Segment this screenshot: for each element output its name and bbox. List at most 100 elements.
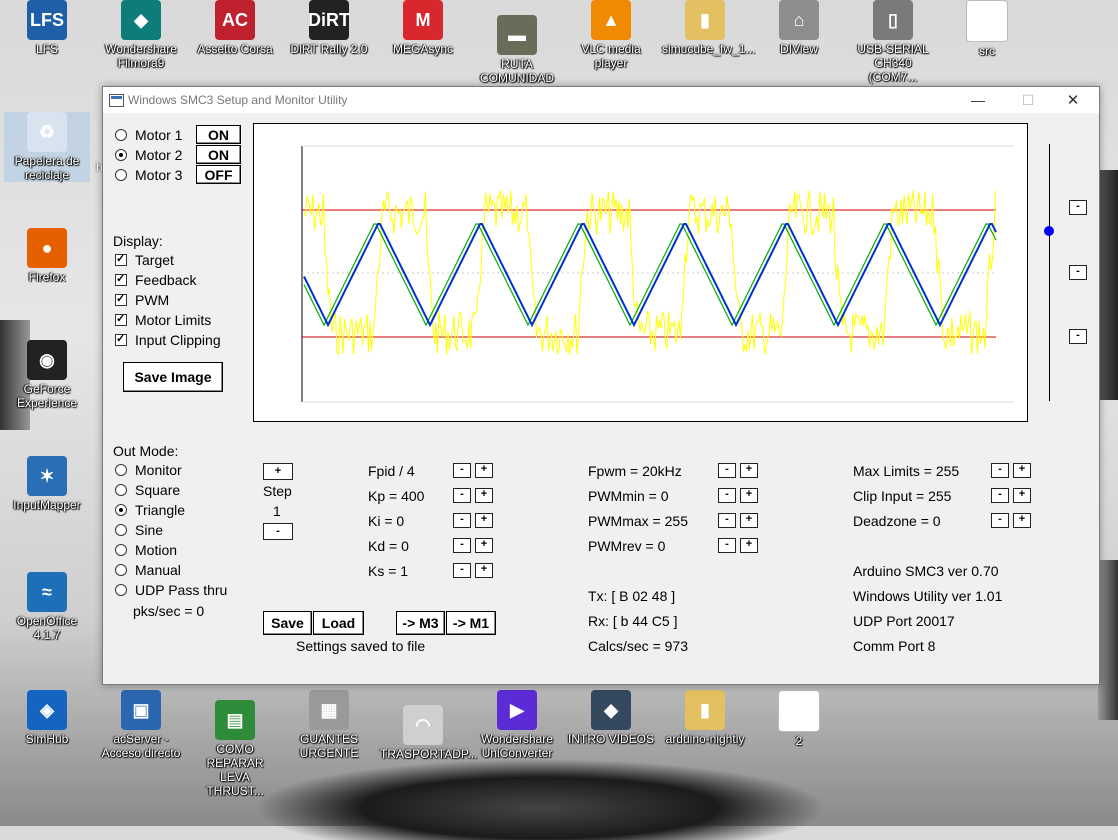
display-feedback-checkbox[interactable]: Feedback xyxy=(115,271,196,289)
fpid-plus-button[interactable]: + xyxy=(475,463,493,478)
save-settings-button[interactable]: Save xyxy=(263,611,312,635)
minimize-button[interactable]: — xyxy=(955,87,1001,113)
desktop-icon-acserver[interactable]: ▣ acServer - Acceso directo xyxy=(98,690,184,760)
desktop-icon-simucube[interactable]: ▮ simucube_fw_1... xyxy=(662,0,755,56)
ks-minus-button[interactable]: - xyxy=(453,563,471,578)
close-button[interactable]: ✕ xyxy=(1050,87,1096,113)
desktop-icon-label: Papelera de reciclaje xyxy=(14,154,80,182)
input-clipping-label: Input Clipping xyxy=(135,332,221,348)
copy-to-m3-button[interactable]: -> M3 xyxy=(396,611,445,635)
fpwm-plus-button[interactable]: + xyxy=(740,463,758,478)
dirt-icon: DiRT xyxy=(308,0,350,40)
display-input-clipping-checkbox[interactable]: Input Clipping xyxy=(115,331,221,349)
wallpaper-edge-right-lower xyxy=(1098,560,1118,720)
side-button-3[interactable]: - xyxy=(1069,329,1087,344)
kp-minus-button[interactable]: - xyxy=(453,488,471,503)
simhub-icon: ◈ xyxy=(27,690,67,730)
load-settings-button[interactable]: Load xyxy=(313,611,364,635)
ks-plus-button[interactable]: + xyxy=(475,563,493,578)
desktop-icon-firefox[interactable]: ● Firefox xyxy=(4,228,90,284)
desktop-icon-uniconverter[interactable]: ▶ Wondershare UniConverter xyxy=(474,690,560,760)
desktop-icon-introvideos[interactable]: ◆ INTRO VIDEOS xyxy=(568,690,654,746)
desktop-icon-arduino[interactable]: ▮ arduino-nightly xyxy=(662,690,748,746)
calcs-status: Calcs/sec = 973 xyxy=(588,638,688,654)
desktop-icon-reparar[interactable]: ▤ COMO REPARAR LEVA THRUST... xyxy=(192,700,278,798)
position-slider-track[interactable] xyxy=(1049,144,1050,401)
rx-status: Rx: [ b 44 C5 ] xyxy=(588,613,678,629)
copy-to-m1-button[interactable]: -> M1 xyxy=(446,611,496,635)
pwmmax-plus-button[interactable]: + xyxy=(740,513,758,528)
motor-limits-label: Motor Limits xyxy=(135,312,212,328)
motor-2-toggle-button[interactable]: ON xyxy=(196,145,241,164)
desktop-icon-diview[interactable]: ⌂ DIView xyxy=(756,0,842,56)
fpwm-minus-button[interactable]: - xyxy=(718,463,736,478)
maximize-button[interactable]: ☐ xyxy=(1005,87,1051,113)
desktop-icon-ruta[interactable]: ▬ RUTA COMUNIDAD xyxy=(474,15,560,85)
save-image-button[interactable]: Save Image xyxy=(123,362,223,392)
step-minus-button[interactable]: - xyxy=(263,523,293,540)
kd-minus-button[interactable]: - xyxy=(453,538,471,553)
mode-udp-radio[interactable]: UDP Pass thru xyxy=(115,581,227,599)
side-button-1[interactable]: - xyxy=(1069,200,1087,215)
mode-sine-radio[interactable]: Sine xyxy=(115,521,163,539)
mode-manual-radio[interactable]: Manual xyxy=(115,561,181,579)
geforce-icon: ◉ xyxy=(27,340,67,380)
motor-2-radio[interactable]: Motor 2 xyxy=(115,146,182,164)
step-plus-button[interactable]: + xyxy=(263,463,293,480)
desktop-icon-label: Assetto Corsa xyxy=(197,42,273,56)
position-slider-marker[interactable] xyxy=(1044,226,1054,236)
pwmmin-minus-button[interactable]: - xyxy=(718,488,736,503)
display-pwm-checkbox[interactable]: PWM xyxy=(115,291,169,309)
motor-3-toggle-button[interactable]: OFF xyxy=(196,165,241,184)
desktop-icon-vlc[interactable]: ▲ VLC media player xyxy=(568,0,654,70)
desktop-icon-label: INTRO VIDEOS xyxy=(568,732,655,746)
mode-motion-label: Motion xyxy=(135,542,178,558)
mode-triangle-radio[interactable]: Triangle xyxy=(115,501,185,519)
desktop-icon-simhub[interactable]: ◈ SimHub xyxy=(4,690,90,746)
desktop-icon-lfs[interactable]: LFS LFS xyxy=(4,0,90,56)
max-limits-minus-button[interactable]: - xyxy=(991,463,1009,478)
desktop-icon-filmora[interactable]: ◆ Wondershare Filmora9 xyxy=(98,0,184,70)
feedback-label: Feedback xyxy=(135,272,197,288)
motor-1-toggle-button[interactable]: ON xyxy=(196,125,241,144)
desktop-icon-openoffice[interactable]: ≈ OpenOffice 4.1.7 xyxy=(4,572,90,642)
desktop-icon-geforce[interactable]: ◉ GeForce Experience xyxy=(4,340,90,410)
desktop-icon-guantes[interactable]: ▦ GUANTES URGENTE xyxy=(286,690,372,760)
desktop-icon-dirt[interactable]: DiRT DiRT Rally 2.0 xyxy=(286,0,372,56)
desktop-icon-two[interactable]: 2 xyxy=(756,690,842,748)
kp-plus-button[interactable]: + xyxy=(475,488,493,503)
desktop-icon-src[interactable]: src xyxy=(944,0,1030,58)
max-limits-plus-button[interactable]: + xyxy=(1013,463,1031,478)
megasync-icon: M xyxy=(403,0,443,40)
motor-3-radio[interactable]: Motor 3 xyxy=(115,166,182,184)
pwmmin-plus-button[interactable]: + xyxy=(740,488,758,503)
pwmrev-minus-button[interactable]: - xyxy=(718,538,736,553)
kd-plus-button[interactable]: + xyxy=(475,538,493,553)
desktop-icon-megasync[interactable]: M MEGAsync xyxy=(380,0,466,56)
clip-input-minus-button[interactable]: - xyxy=(991,488,1009,503)
mode-square-radio[interactable]: Square xyxy=(115,481,180,499)
desktop-icon-inputmapper[interactable]: ✶ InputMapper xyxy=(4,456,90,512)
pwmrev-plus-button[interactable]: + xyxy=(740,538,758,553)
title-bar[interactable]: Windows SMC3 Setup and Monitor Utility —… xyxy=(103,87,1099,113)
desktop-icon-recycle[interactable]: ♻ Papelera de reciclaje xyxy=(4,112,90,182)
mode-monitor-dot xyxy=(115,464,127,476)
fpid-minus-button[interactable]: - xyxy=(453,463,471,478)
display-target-checkbox[interactable]: Target xyxy=(115,251,174,269)
fpid-label: Fpid / 4 xyxy=(368,463,415,479)
desktop-icon-trasportadp[interactable]: ◠ TRASPORTADP... xyxy=(380,705,477,761)
clip-input-plus-button[interactable]: + xyxy=(1013,488,1031,503)
ki-plus-button[interactable]: + xyxy=(475,513,493,528)
desktop-icon-assetto[interactable]: AC Assetto Corsa xyxy=(192,0,278,56)
desktop-icon-usbserial[interactable]: ▯ USB-SERIAL CH340 (COM7... xyxy=(850,0,936,84)
side-button-2[interactable]: - xyxy=(1069,265,1087,280)
mode-motion-radio[interactable]: Motion xyxy=(115,541,177,559)
mode-monitor-radio[interactable]: Monitor xyxy=(115,461,182,479)
pwmmax-minus-button[interactable]: - xyxy=(718,513,736,528)
deadzone-minus-button[interactable]: - xyxy=(991,513,1009,528)
display-motor-limits-checkbox[interactable]: Motor Limits xyxy=(115,311,211,329)
deadzone-plus-button[interactable]: + xyxy=(1013,513,1031,528)
ki-minus-button[interactable]: - xyxy=(453,513,471,528)
motor-1-radio[interactable]: Motor 1 xyxy=(115,126,182,144)
uniconverter-icon: ▶ xyxy=(497,690,537,730)
